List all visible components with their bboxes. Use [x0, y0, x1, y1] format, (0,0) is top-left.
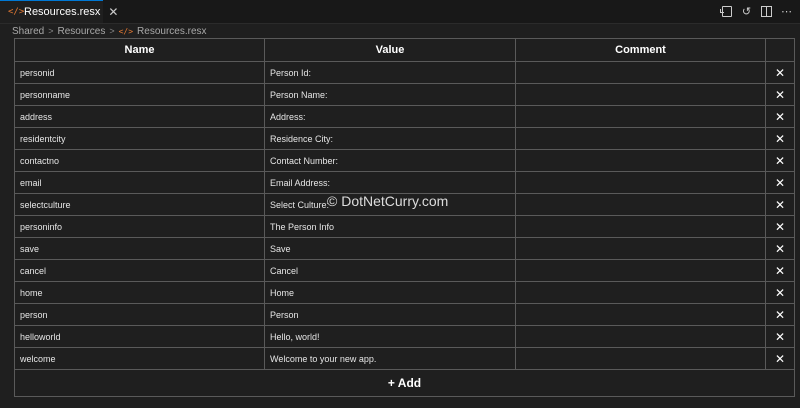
add-row: + Add: [14, 369, 795, 397]
table-row: person Person ✕: [14, 303, 795, 326]
table-row: selectculture Select Culture: ✕: [14, 193, 795, 216]
value-cell[interactable]: Select Culture:: [264, 193, 516, 216]
delete-row-icon[interactable]: ✕: [765, 237, 795, 260]
column-header-comment: Comment: [515, 38, 766, 62]
delete-row-icon[interactable]: ✕: [765, 325, 795, 348]
name-cell[interactable]: personid: [14, 61, 265, 84]
table-row: personinfo The Person Info ✕: [14, 215, 795, 238]
open-to-side-icon[interactable]: [719, 6, 732, 17]
name-cell[interactable]: welcome: [14, 347, 265, 370]
table-row: save Save ✕: [14, 237, 795, 260]
comment-cell[interactable]: [515, 193, 766, 216]
comment-cell[interactable]: [515, 215, 766, 238]
header-row: Name Value Comment: [14, 38, 795, 62]
column-header-value: Value: [264, 38, 516, 62]
table-row: helloworld Hello, world! ✕: [14, 325, 795, 348]
delete-row-icon[interactable]: ✕: [765, 303, 795, 326]
delete-row-icon[interactable]: ✕: [765, 61, 795, 84]
history-icon[interactable]: ↺: [741, 6, 752, 18]
breadcrumb-item-file[interactable]: Resources.resx: [137, 26, 206, 37]
breadcrumb-item-resources[interactable]: Resources: [58, 26, 106, 37]
value-cell[interactable]: Address:: [264, 105, 516, 128]
close-icon[interactable]: ✕: [108, 5, 118, 19]
delete-row-icon[interactable]: ✕: [765, 83, 795, 106]
breadcrumb: Shared > Resources > </> Resources.resx: [12, 24, 207, 38]
value-cell[interactable]: Hello, world!: [264, 325, 516, 348]
comment-cell[interactable]: [515, 259, 766, 282]
editor-actions: ↺ ⋯: [719, 0, 792, 23]
column-header-actions: [765, 38, 795, 62]
code-file-icon: </>: [8, 7, 25, 17]
name-cell[interactable]: selectculture: [14, 193, 265, 216]
value-cell[interactable]: Welcome to your new app.: [264, 347, 516, 370]
table-row: residentcity Residence City: ✕: [14, 127, 795, 150]
resource-grid: Name Value Comment personid Person Id: ✕ pe…: [14, 38, 795, 397]
comment-cell[interactable]: [515, 105, 766, 128]
comment-cell[interactable]: [515, 83, 766, 106]
name-cell[interactable]: address: [14, 105, 265, 128]
code-file-icon: </>: [118, 26, 134, 36]
name-cell[interactable]: cancel: [14, 259, 265, 282]
comment-cell[interactable]: [515, 171, 766, 194]
value-cell[interactable]: Person: [264, 303, 516, 326]
value-cell[interactable]: Email Address:: [264, 171, 516, 194]
delete-row-icon[interactable]: ✕: [765, 127, 795, 150]
table-row: personid Person Id: ✕: [14, 61, 795, 84]
value-cell[interactable]: Cancel: [264, 259, 516, 282]
comment-cell[interactable]: [515, 281, 766, 304]
table-row: contactno Contact Number: ✕: [14, 149, 795, 172]
name-cell[interactable]: contactno: [14, 149, 265, 172]
name-cell[interactable]: save: [14, 237, 265, 260]
delete-row-icon[interactable]: ✕: [765, 215, 795, 238]
chevron-right-icon: >: [48, 26, 54, 36]
comment-cell[interactable]: [515, 61, 766, 84]
table-row: home Home ✕: [14, 281, 795, 304]
name-cell[interactable]: personname: [14, 83, 265, 106]
value-cell[interactable]: Save: [264, 237, 516, 260]
delete-row-icon[interactable]: ✕: [765, 281, 795, 304]
name-cell[interactable]: residentcity: [14, 127, 265, 150]
split-editor-icon[interactable]: [761, 6, 772, 17]
column-header-name: Name: [14, 38, 265, 62]
name-cell[interactable]: helloworld: [14, 325, 265, 348]
delete-row-icon[interactable]: ✕: [765, 149, 795, 172]
name-cell[interactable]: home: [14, 281, 265, 304]
comment-cell[interactable]: [515, 149, 766, 172]
delete-row-icon[interactable]: ✕: [765, 171, 795, 194]
table-row: welcome Welcome to your new app. ✕: [14, 347, 795, 370]
comment-cell[interactable]: [515, 347, 766, 370]
value-cell[interactable]: Person Id:: [264, 61, 516, 84]
comment-cell[interactable]: [515, 127, 766, 150]
tab-bar: </> Resources.resx ✕ ↺ ⋯: [0, 0, 800, 24]
comment-cell[interactable]: [515, 237, 766, 260]
delete-row-icon[interactable]: ✕: [765, 193, 795, 216]
delete-row-icon[interactable]: ✕: [765, 259, 795, 282]
table-row: cancel Cancel ✕: [14, 259, 795, 282]
table-row: address Address: ✕: [14, 105, 795, 128]
tab-title: Resources.resx: [24, 6, 101, 18]
value-cell[interactable]: Residence City:: [264, 127, 516, 150]
delete-row-icon[interactable]: ✕: [765, 105, 795, 128]
name-cell[interactable]: personinfo: [14, 215, 265, 238]
value-cell[interactable]: The Person Info: [264, 215, 516, 238]
comment-cell[interactable]: [515, 303, 766, 326]
value-cell[interactable]: Contact Number:: [264, 149, 516, 172]
name-cell[interactable]: person: [14, 303, 265, 326]
add-button[interactable]: + Add: [14, 369, 795, 397]
comment-cell[interactable]: [515, 325, 766, 348]
tab-resources-resx[interactable]: </> Resources.resx ✕: [0, 0, 118, 23]
delete-row-icon[interactable]: ✕: [765, 347, 795, 370]
table-row: email Email Address: ✕: [14, 171, 795, 194]
breadcrumb-item-shared[interactable]: Shared: [12, 26, 44, 37]
grid-body: personid Person Id: ✕ personname Person Name…: [14, 61, 795, 370]
name-cell[interactable]: email: [14, 171, 265, 194]
value-cell[interactable]: Home: [264, 281, 516, 304]
table-row: personname Person Name: ✕: [14, 83, 795, 106]
more-actions-icon[interactable]: ⋯: [781, 6, 792, 18]
value-cell[interactable]: Person Name:: [264, 83, 516, 106]
chevron-right-icon: >: [109, 26, 115, 36]
